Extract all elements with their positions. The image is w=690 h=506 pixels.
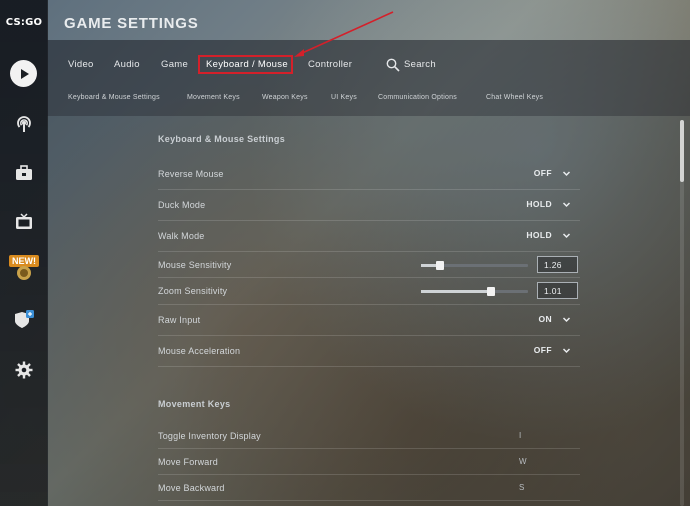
setting-raw-input[interactable]: Raw Input ON	[158, 304, 580, 336]
setting-value: OFF	[533, 345, 552, 355]
setting-zoom-sensitivity: Zoom Sensitivity 1.01	[158, 277, 580, 305]
setting-label: Walk Mode	[158, 231, 205, 241]
briefcase-icon	[15, 164, 32, 180]
coin-button[interactable]	[10, 306, 37, 333]
setting-value: HOLD	[526, 230, 552, 240]
setting-mouse-sensitivity: Mouse Sensitivity 1.26	[158, 251, 580, 278]
setting-walk-mode[interactable]: Walk Mode HOLD	[158, 220, 580, 252]
watch-button[interactable]	[10, 208, 37, 235]
operation-icon	[16, 265, 31, 280]
zoom-sensitivity-input[interactable]: 1.01	[537, 282, 578, 299]
section-title-movement-keys: Movement Keys	[158, 399, 231, 409]
setting-label: Reverse Mouse	[158, 169, 224, 179]
chevron-down-icon	[562, 171, 571, 177]
keybind-label: Move Forward	[158, 457, 218, 467]
slider-fill	[421, 290, 491, 293]
setting-duck-mode[interactable]: Duck Mode HOLD	[158, 189, 580, 221]
setting-value: HOLD	[526, 199, 552, 209]
setting-mouse-acceleration[interactable]: Mouse Acceleration OFF	[158, 335, 580, 367]
settings-button[interactable]	[10, 356, 37, 383]
zoom-sensitivity-slider[interactable]	[421, 287, 528, 296]
mouse-sensitivity-slider[interactable]	[421, 261, 528, 270]
scrollbar-thumb[interactable]	[680, 120, 684, 182]
setting-label: Mouse Acceleration	[158, 346, 241, 356]
keybind-toggle-inventory[interactable]: Toggle Inventory Display I	[158, 422, 580, 449]
keybind-move-forward[interactable]: Move Forward W	[158, 448, 580, 475]
setting-label: Mouse Sensitivity	[158, 260, 232, 270]
setting-label: Zoom Sensitivity	[158, 286, 228, 296]
section-title-keyboard-mouse: Keyboard & Mouse Settings	[158, 134, 286, 144]
setting-label: Duck Mode	[158, 200, 206, 210]
slider-handle[interactable]	[436, 261, 445, 270]
setting-label: Raw Input	[158, 315, 201, 325]
keybind-value: S	[519, 483, 525, 492]
tv-icon	[15, 213, 32, 229]
chevron-down-icon	[562, 233, 571, 239]
slider-handle[interactable]	[486, 287, 495, 296]
setting-value: OFF	[533, 168, 552, 178]
chevron-down-icon	[562, 317, 571, 323]
operation-button[interactable]	[10, 258, 37, 285]
chevron-down-icon	[562, 348, 571, 354]
chevron-down-icon	[562, 202, 571, 208]
keybind-value: W	[519, 457, 527, 466]
gear-icon	[15, 361, 32, 378]
setting-reverse-mouse[interactable]: Reverse Mouse OFF	[158, 158, 580, 190]
setting-value: ON	[538, 314, 552, 324]
inventory-button[interactable]	[10, 159, 37, 186]
keybind-label: Move Backward	[158, 483, 225, 493]
keybind-move-backward[interactable]: Move Backward S	[158, 474, 580, 501]
keybind-value: I	[519, 431, 522, 440]
keybind-label: Toggle Inventory Display	[158, 431, 261, 441]
shield-icon	[14, 309, 34, 328]
mouse-sensitivity-input[interactable]: 1.26	[537, 256, 578, 273]
annotation-arrow	[294, 11, 394, 57]
